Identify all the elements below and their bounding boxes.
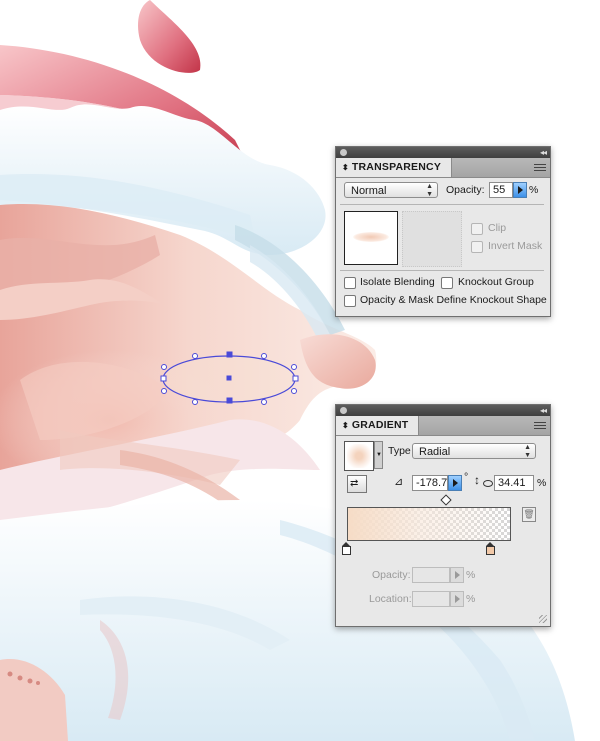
up-down-caret-icon: ▲ ▼: [426, 183, 433, 198]
opacity-input[interactable]: 55: [489, 182, 513, 198]
transparency-panel: ◂◂ ⬍ TRANSPARENCY Normal ▲ ▼ Opacity: 55 %…: [335, 146, 551, 317]
angle-input[interactable]: -178.7: [412, 475, 448, 491]
stop-opacity-percent: %: [466, 569, 476, 581]
gradient-type-select[interactable]: Radial ▲ ▼: [412, 443, 536, 459]
hat-top-shape: [138, 0, 201, 73]
aspect-ellipse-icon: [483, 480, 493, 487]
stop-location-percent: %: [466, 593, 476, 605]
thumbnail-ellipse: [353, 232, 389, 242]
invert-mask-checkbox[interactable]: [471, 241, 483, 253]
tab-gradient[interactable]: ⬍ GRADIENT: [336, 416, 420, 435]
gradient-stop-left[interactable]: [342, 542, 351, 555]
reverse-gradient-icon: ⇄: [350, 478, 359, 489]
double-chevron-icon[interactable]: ◂◂: [540, 147, 547, 158]
isolate-blending-checkbox[interactable]: [344, 277, 356, 289]
knockout-group-label: Knockout Group: [458, 276, 534, 288]
stop-opacity-input[interactable]: [412, 567, 450, 583]
transparency-titlebar[interactable]: ◂◂: [336, 147, 550, 158]
artwork-canvas[interactable]: [0, 0, 600, 741]
blend-mode-value: Normal: [351, 185, 387, 197]
clip-label: Clip: [488, 222, 507, 234]
aspect-percent: %: [537, 477, 547, 489]
gradient-tabrow: ⬍ GRADIENT: [336, 416, 550, 436]
angle-icon: ⊿: [394, 476, 404, 488]
degree-symbol: °: [464, 471, 469, 483]
artwork-thumbnail[interactable]: [344, 211, 398, 265]
gradient-stop-right[interactable]: [486, 542, 495, 555]
close-dot-icon[interactable]: [340, 407, 347, 414]
gradient-panel: ◂◂ ⬍ GRADIENT ▼ Type Radial ▲ ▼ ⇄ ⊿ -178.7…: [335, 404, 551, 627]
angle-dropdown-button[interactable]: [448, 475, 462, 491]
type-label: Type: [388, 445, 411, 457]
isolate-blending-label: Isolate Blending: [360, 276, 435, 288]
stop-location-dropdown[interactable]: [450, 591, 464, 607]
resize-grip-icon[interactable]: [539, 615, 547, 623]
invert-mask-label: Invert Mask: [488, 240, 543, 252]
blend-mode-select[interactable]: Normal ▲ ▼: [344, 182, 438, 198]
gradient-swatch-fill: [347, 444, 371, 468]
gradient-slider[interactable]: [347, 507, 511, 541]
transparency-title: TRANSPARENCY: [351, 161, 442, 173]
opacity-label: Opacity:: [446, 184, 485, 196]
opacity-mask-knockout-label: Opacity & Mask Define Knockout Shape: [360, 294, 547, 306]
gradient-midpoint-diamond[interactable]: [440, 494, 452, 506]
swatch-dropdown-button[interactable]: ▼: [374, 441, 383, 469]
reverse-gradient-button[interactable]: ⇄: [347, 475, 367, 493]
gradient-ramp: [348, 508, 510, 540]
gradient-titlebar[interactable]: ◂◂: [336, 405, 550, 416]
gradient-swatch[interactable]: [344, 441, 374, 471]
stop-opacity-dropdown[interactable]: [450, 567, 464, 583]
aspect-input[interactable]: 34.41: [494, 475, 534, 491]
panel-menu-icon[interactable]: [534, 420, 546, 430]
gradient-type-value: Radial: [419, 446, 451, 458]
up-down-caret-icon: ▲ ▼: [524, 444, 531, 459]
chevron-down-icon: ▼: [376, 452, 382, 458]
mask-thumbnail[interactable]: [402, 211, 462, 267]
clip-checkbox[interactable]: [471, 223, 483, 235]
aspect-ratio-icon: ↕: [474, 473, 480, 487]
tab-toggle-icon: ⬍: [342, 163, 349, 172]
close-dot-icon[interactable]: [340, 149, 347, 156]
tab-transparency[interactable]: ⬍ TRANSPARENCY: [336, 158, 453, 177]
stop-location-label: Location:: [369, 593, 412, 605]
opacity-mask-knockout-checkbox[interactable]: [344, 295, 356, 307]
stop-opacity-label: Opacity:: [372, 569, 411, 581]
double-chevron-icon[interactable]: ◂◂: [540, 405, 547, 416]
trash-icon[interactable]: 🗑: [522, 507, 536, 522]
opacity-slider-button[interactable]: [513, 182, 527, 198]
panel-menu-icon[interactable]: [534, 162, 546, 172]
transparency-tabrow: ⬍ TRANSPARENCY: [336, 158, 550, 178]
knockout-group-checkbox[interactable]: [441, 277, 453, 289]
tab-toggle-icon: ⬍: [342, 421, 349, 430]
gradient-title: GRADIENT: [351, 419, 409, 431]
opacity-percent: %: [529, 184, 539, 196]
stop-location-input[interactable]: [412, 591, 450, 607]
